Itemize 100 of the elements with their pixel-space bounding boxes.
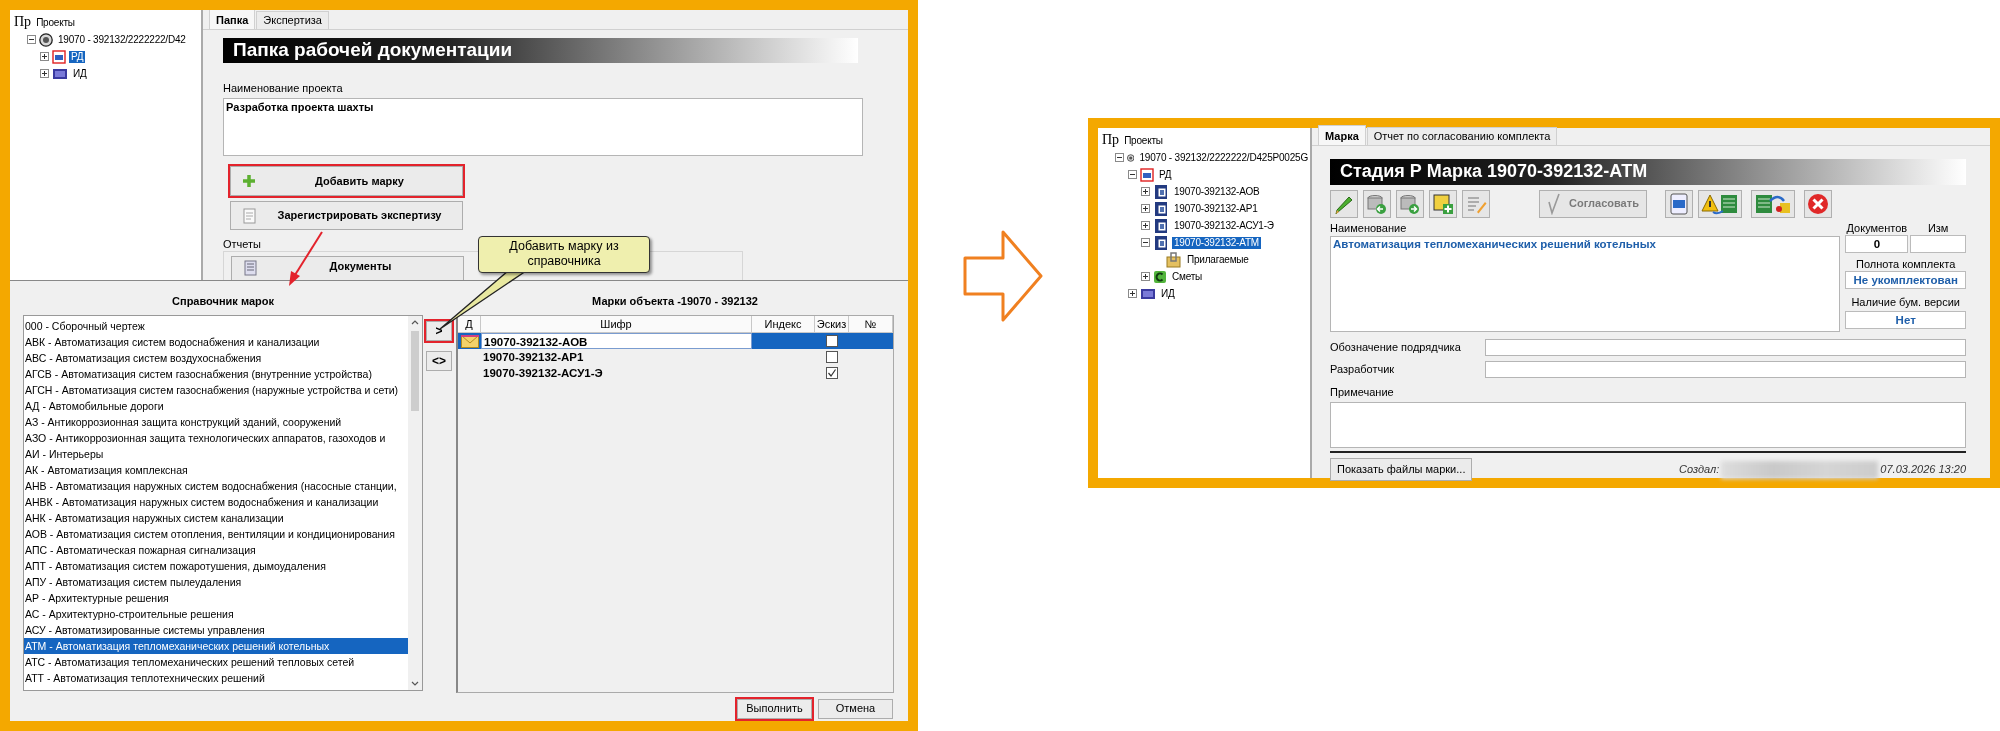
list-item[interactable]: АЗ - Антикоррозионная защита конструкций зданий, сооружений [24, 414, 408, 430]
column-header: Эскиз [815, 316, 849, 333]
tree-item[interactable]: 19070-392132-АР1 [1172, 202, 1260, 215]
toolbar-button[interactable] [1330, 190, 1358, 218]
callout: Добавить марку из справочника [478, 236, 650, 273]
list-item[interactable]: АНВК - Автоматизация наружных систем водоснабжения и канализации [24, 494, 408, 510]
button[interactable]: Показать файлы марки... [1330, 458, 1473, 482]
table-row[interactable]: 19070-392132-АОВ [458, 333, 893, 349]
tree-item[interactable]: ИД [1159, 287, 1177, 300]
table-row[interactable]: 19070-392132-АР1 [458, 349, 893, 365]
list-item[interactable]: АВК - Автоматизация систем водоснабжения и канализации [24, 334, 408, 350]
collapse-toggle[interactable] [27, 35, 36, 44]
list-item[interactable]: АПТ - Автоматизация систем пожаротушения, дымоудаления [24, 558, 408, 574]
note-field[interactable] [1330, 402, 1966, 449]
move-button[interactable]: <> [426, 351, 452, 371]
tab[interactable]: Папка [209, 10, 256, 29]
scroll-up-icon[interactable] [411, 319, 419, 325]
plus-icon [241, 173, 257, 190]
list-item[interactable]: АПУ - Автоматизация систем пылеудаления [24, 574, 408, 590]
list-item[interactable]: АСУ - Автоматизированные системы управления [24, 622, 408, 638]
field-label: Создал: [1679, 463, 1720, 477]
list-item[interactable]: АПС - Автоматическая пожарная сигнализация [24, 542, 408, 558]
expand-toggle[interactable] [1128, 289, 1137, 298]
table-row[interactable]: 19070-392132-АСУ1-Э [458, 365, 893, 381]
attachment-folder-icon [1166, 251, 1182, 268]
list-item[interactable]: АНК - Автоматизация наружных систем канализации [24, 510, 408, 526]
toolbar-button[interactable] [1751, 190, 1795, 218]
list-item[interactable]: АС - Архитектурно-строительные решения [24, 606, 408, 622]
expand-toggle[interactable] [1141, 204, 1150, 213]
button[interactable]: Выполнить [737, 699, 812, 719]
project-name-field[interactable]: Разработка проекта шахты [223, 98, 863, 157]
list-item[interactable]: АК - Автоматизация комплексная [24, 462, 408, 478]
tree-item[interactable]: Проекты [1122, 134, 1165, 147]
toolbar-button[interactable] [1429, 190, 1457, 218]
toolbar-button[interactable] [1396, 190, 1424, 218]
column-header: Шифр [481, 316, 752, 333]
name-field[interactable]: Автоматизация тепломеханических решений котельных [1330, 236, 1841, 333]
list-item[interactable]: АЗО - Антикоррозионная защита технологических аппаратов, газоходов и [24, 430, 408, 446]
list-item[interactable]: АТС - Автоматизация тепломеханических решений тепловых сетей [24, 654, 408, 670]
expand-toggle[interactable] [1141, 187, 1150, 196]
tree-item[interactable]: 19070 - 392132/2222222/D425P0025G [1137, 151, 1310, 164]
tree-item[interactable]: ИД [71, 67, 89, 80]
table-cell-text: 19070-392132-АР1 [482, 350, 585, 365]
column-header: Индекс [752, 316, 815, 333]
list-item[interactable]: АР - Архитектурные решения [24, 590, 408, 606]
list-item[interactable]: АВС - Автоматизация систем воздухоснабжения [24, 350, 408, 366]
project-icon [39, 32, 53, 47]
tab[interactable]: Экспертиза [256, 10, 329, 29]
collapse-toggle[interactable] [1141, 238, 1150, 247]
collapse-toggle[interactable] [1128, 170, 1137, 179]
field-label: Документов [1845, 222, 1909, 235]
tab[interactable]: Марка [1318, 124, 1366, 145]
toolbar-button[interactable] [1363, 190, 1391, 218]
list-item[interactable]: АГСН - Автоматизация систем газоснабжения (наружные устройства и сети) [24, 382, 408, 398]
scrollbar-thumb[interactable] [411, 331, 419, 411]
list-item[interactable]: АГСВ - Автоматизация систем газоснабжения (внутренние устройства) [24, 366, 408, 382]
collapse-toggle[interactable] [1115, 153, 1124, 162]
toolbar-button[interactable] [1665, 190, 1693, 218]
scroll-down-icon[interactable] [411, 681, 419, 687]
tab[interactable]: Отчет по согласованию комплекта [1366, 126, 1558, 145]
button[interactable]: Документы [231, 256, 464, 280]
list-item[interactable]: АД - Автомобильные дороги [24, 398, 408, 414]
tree-item[interactable]: Сметы [1170, 270, 1205, 283]
tree-item[interactable]: 19070-392132-АОВ [1172, 185, 1262, 198]
field-label: Наименование проекта [223, 82, 344, 96]
revision-field[interactable] [1910, 235, 1966, 253]
list-item[interactable]: АТТ - Автоматизация теплотехнических решений [24, 670, 408, 686]
expand-toggle[interactable] [40, 69, 49, 78]
tree-item[interactable]: 19070-392132-АТМ [1172, 236, 1261, 249]
list-item[interactable]: АНВ - Автоматизация наружных систем водоснабжения (насосные станции, [24, 478, 408, 494]
button[interactable]: Зарегистрировать экспертизу [230, 201, 463, 231]
list-item[interactable]: АИ - Интерьеры [24, 446, 408, 462]
tree-item[interactable]: Прилагаемые [1185, 253, 1251, 266]
expand-toggle[interactable] [40, 52, 49, 61]
binder-icon [1153, 234, 1169, 251]
list-item[interactable]: АОВ - Автоматизация систем отопления, вентиляции и кондиционирования [24, 526, 408, 542]
list-item[interactable]: 000 - Сборочный чертеж [24, 318, 408, 334]
spreadsheet-export-icon [1754, 193, 1792, 215]
table-heading: Марки объекта -19070 - 392132 [591, 295, 759, 309]
tree-item[interactable]: 19070-392132-АСУ1-Э [1172, 219, 1276, 232]
button[interactable]: Добавить марку [230, 166, 463, 197]
expand-toggle[interactable] [1141, 272, 1150, 281]
tree-item[interactable]: 19070 - 392132/2222222/D42 [56, 33, 188, 46]
checkbox[interactable] [826, 367, 838, 379]
input-field[interactable] [1485, 360, 1966, 378]
toolbar-button[interactable] [1698, 190, 1742, 218]
expand-toggle[interactable] [1141, 221, 1150, 230]
toolbar-button[interactable] [1804, 190, 1832, 218]
panel-title: Стадия Р Марка 19070-392132-АТМ [1330, 159, 1966, 185]
move-button[interactable]: > [426, 321, 452, 341]
button[interactable]: Отмена [818, 699, 893, 719]
input-field[interactable] [1485, 338, 1966, 356]
list-item[interactable]: АТМ - Автоматизация тепломеханических решений котельных [24, 638, 408, 654]
completeness-field: Не укомплектован [1845, 271, 1966, 289]
scrollbar[interactable] [408, 316, 422, 690]
checkbox[interactable] [826, 335, 838, 347]
tree-item[interactable]: РД [1157, 168, 1174, 181]
tree-item[interactable]: Проекты [34, 16, 77, 29]
tree-item[interactable]: РД [69, 50, 86, 63]
checkbox[interactable] [826, 351, 838, 363]
